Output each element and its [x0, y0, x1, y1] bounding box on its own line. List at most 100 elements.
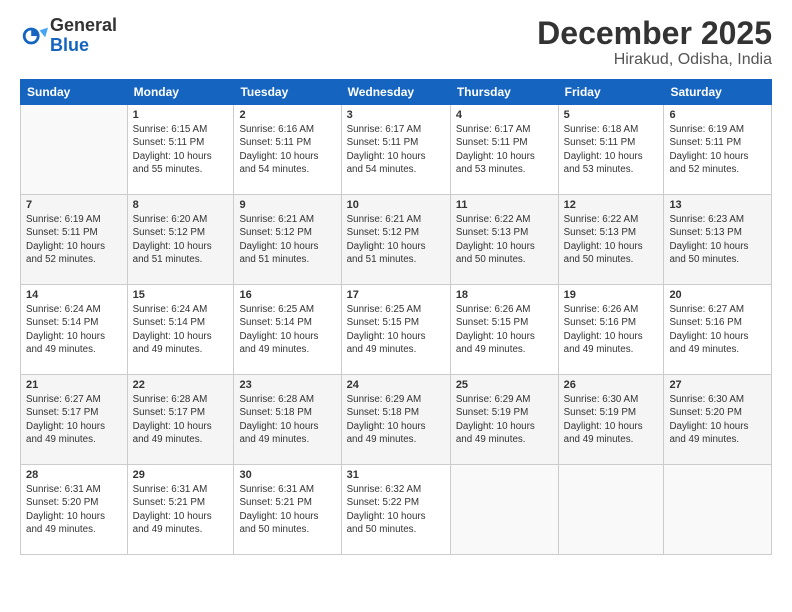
calendar-body: 1 Sunrise: 6:15 AM Sunset: 5:11 PM Daylig…	[21, 105, 772, 555]
calendar-header: SundayMondayTuesdayWednesdayThursdayFrid…	[21, 80, 772, 105]
col-header-tuesday: Tuesday	[234, 80, 341, 105]
day-number: 28	[26, 469, 122, 481]
day-info: Sunrise: 6:15 AM Sunset: 5:11 PM Dayligh…	[133, 123, 229, 176]
day-info: Sunrise: 6:26 AM Sunset: 5:16 PM Dayligh…	[564, 303, 659, 356]
day-info: Sunrise: 6:28 AM Sunset: 5:17 PM Dayligh…	[133, 393, 229, 446]
day-cell: 16 Sunrise: 6:25 AM Sunset: 5:14 PM Dayli…	[234, 285, 341, 375]
day-cell: 11Sunrise: 6:22 AM Sunset: 5:13 PM Dayli…	[450, 195, 558, 285]
day-number: 25	[456, 379, 553, 391]
col-header-wednesday: Wednesday	[341, 80, 450, 105]
header-row: SundayMondayTuesdayWednesdayThursdayFrid…	[21, 80, 772, 105]
day-number: 12	[564, 199, 659, 211]
header: General Blue December 2025 Hirakud, Odis…	[20, 16, 772, 69]
day-number: 3	[347, 109, 445, 121]
day-cell: 1 Sunrise: 6:15 AM Sunset: 5:11 PM Daylig…	[127, 105, 234, 195]
day-number: 16	[239, 289, 335, 301]
day-cell: 15 Sunrise: 6:24 AM Sunset: 5:14 PM Dayli…	[127, 285, 234, 375]
day-info: Sunrise: 6:21 AM Sunset: 5:12 PM Dayligh…	[347, 213, 445, 266]
day-info: Sunrise: 6:24 AM Sunset: 5:14 PM Dayligh…	[133, 303, 229, 356]
week-row-1: 1 Sunrise: 6:15 AM Sunset: 5:11 PM Daylig…	[21, 105, 772, 195]
day-number: 17	[347, 289, 445, 301]
day-cell: 10 Sunrise: 6:21 AM Sunset: 5:12 PM Dayli…	[341, 195, 450, 285]
col-header-thursday: Thursday	[450, 80, 558, 105]
day-info: Sunrise: 6:16 AM Sunset: 5:11 PM Dayligh…	[239, 123, 335, 176]
day-cell: 8 Sunrise: 6:20 AM Sunset: 5:12 PM Daylig…	[127, 195, 234, 285]
day-number: 10	[347, 199, 445, 211]
day-info: Sunrise: 6:19 AM Sunset: 5:11 PM Dayligh…	[669, 123, 766, 176]
day-cell: 24Sunrise: 6:29 AM Sunset: 5:18 PM Dayli…	[341, 375, 450, 465]
week-row-5: 28Sunrise: 6:31 AM Sunset: 5:20 PM Dayli…	[21, 465, 772, 555]
day-cell: 12 Sunrise: 6:22 AM Sunset: 5:13 PM Dayli…	[558, 195, 664, 285]
day-number: 6	[669, 109, 766, 121]
day-info: Sunrise: 6:25 AM Sunset: 5:15 PM Dayligh…	[347, 303, 445, 356]
day-info: Sunrise: 6:20 AM Sunset: 5:12 PM Dayligh…	[133, 213, 229, 266]
day-cell: 29Sunrise: 6:31 AM Sunset: 5:21 PM Dayli…	[127, 465, 234, 555]
day-number: 8	[133, 199, 229, 211]
day-cell: 28Sunrise: 6:31 AM Sunset: 5:20 PM Dayli…	[21, 465, 128, 555]
day-cell: 6 Sunrise: 6:19 AM Sunset: 5:11 PM Daylig…	[664, 105, 772, 195]
day-info: Sunrise: 6:24 AM Sunset: 5:14 PM Dayligh…	[26, 303, 122, 356]
day-number: 21	[26, 379, 122, 391]
logo-general: General	[50, 15, 117, 35]
logo-text: General Blue	[50, 16, 117, 56]
day-cell: 31Sunrise: 6:32 AM Sunset: 5:22 PM Dayli…	[341, 465, 450, 555]
day-number: 31	[347, 469, 445, 481]
day-info: Sunrise: 6:30 AM Sunset: 5:20 PM Dayligh…	[669, 393, 766, 446]
day-cell: 17 Sunrise: 6:25 AM Sunset: 5:15 PM Dayli…	[341, 285, 450, 375]
day-info: Sunrise: 6:17 AM Sunset: 5:11 PM Dayligh…	[456, 123, 553, 176]
day-info: Sunrise: 6:25 AM Sunset: 5:14 PM Dayligh…	[239, 303, 335, 356]
month-title: December 2025	[537, 16, 772, 51]
page: General Blue December 2025 Hirakud, Odis…	[0, 0, 792, 612]
day-cell: 22 Sunrise: 6:28 AM Sunset: 5:17 PM Dayli…	[127, 375, 234, 465]
day-number: 27	[669, 379, 766, 391]
day-number: 15	[133, 289, 229, 301]
logo-icon	[20, 22, 48, 50]
day-cell: 4 Sunrise: 6:17 AM Sunset: 5:11 PM Daylig…	[450, 105, 558, 195]
day-info: Sunrise: 6:17 AM Sunset: 5:11 PM Dayligh…	[347, 123, 445, 176]
day-info: Sunrise: 6:28 AM Sunset: 5:18 PM Dayligh…	[239, 393, 335, 446]
day-info: Sunrise: 6:27 AM Sunset: 5:16 PM Dayligh…	[669, 303, 766, 356]
day-info: Sunrise: 6:27 AM Sunset: 5:17 PM Dayligh…	[26, 393, 122, 446]
day-number: 9	[239, 199, 335, 211]
day-number: 22	[133, 379, 229, 391]
day-info: Sunrise: 6:29 AM Sunset: 5:18 PM Dayligh…	[347, 393, 445, 446]
day-info: Sunrise: 6:31 AM Sunset: 5:21 PM Dayligh…	[239, 483, 335, 536]
day-info: Sunrise: 6:22 AM Sunset: 5:13 PM Dayligh…	[564, 213, 659, 266]
location: Hirakud, Odisha, India	[537, 51, 772, 69]
day-cell: 21 Sunrise: 6:27 AM Sunset: 5:17 PM Dayli…	[21, 375, 128, 465]
day-cell	[450, 465, 558, 555]
day-number: 11	[456, 199, 553, 211]
week-row-3: 14 Sunrise: 6:24 AM Sunset: 5:14 PM Dayli…	[21, 285, 772, 375]
day-number: 4	[456, 109, 553, 121]
logo: General Blue	[20, 16, 117, 56]
day-cell: 9Sunrise: 6:21 AM Sunset: 5:12 PM Daylig…	[234, 195, 341, 285]
day-info: Sunrise: 6:29 AM Sunset: 5:19 PM Dayligh…	[456, 393, 553, 446]
logo-blue: Blue	[50, 35, 89, 55]
week-row-4: 21 Sunrise: 6:27 AM Sunset: 5:17 PM Dayli…	[21, 375, 772, 465]
day-number: 26	[564, 379, 659, 391]
day-number: 14	[26, 289, 122, 301]
calendar: SundayMondayTuesdayWednesdayThursdayFrid…	[20, 79, 772, 555]
day-info: Sunrise: 6:26 AM Sunset: 5:15 PM Dayligh…	[456, 303, 553, 356]
day-info: Sunrise: 6:19 AM Sunset: 5:11 PM Dayligh…	[26, 213, 122, 266]
col-header-friday: Friday	[558, 80, 664, 105]
day-number: 18	[456, 289, 553, 301]
day-cell: 20Sunrise: 6:27 AM Sunset: 5:16 PM Dayli…	[664, 285, 772, 375]
week-row-2: 7Sunrise: 6:19 AM Sunset: 5:11 PM Daylig…	[21, 195, 772, 285]
day-cell	[21, 105, 128, 195]
day-cell: 3 Sunrise: 6:17 AM Sunset: 5:11 PM Daylig…	[341, 105, 450, 195]
day-cell	[664, 465, 772, 555]
col-header-monday: Monday	[127, 80, 234, 105]
day-cell: 13Sunrise: 6:23 AM Sunset: 5:13 PM Dayli…	[664, 195, 772, 285]
day-number: 1	[133, 109, 229, 121]
day-number: 29	[133, 469, 229, 481]
day-number: 30	[239, 469, 335, 481]
day-info: Sunrise: 6:18 AM Sunset: 5:11 PM Dayligh…	[564, 123, 659, 176]
col-header-saturday: Saturday	[664, 80, 772, 105]
day-cell: 23Sunrise: 6:28 AM Sunset: 5:18 PM Dayli…	[234, 375, 341, 465]
day-info: Sunrise: 6:23 AM Sunset: 5:13 PM Dayligh…	[669, 213, 766, 266]
col-header-sunday: Sunday	[21, 80, 128, 105]
day-cell: 2Sunrise: 6:16 AM Sunset: 5:11 PM Daylig…	[234, 105, 341, 195]
day-cell: 19Sunrise: 6:26 AM Sunset: 5:16 PM Dayli…	[558, 285, 664, 375]
day-cell: 25 Sunrise: 6:29 AM Sunset: 5:19 PM Dayli…	[450, 375, 558, 465]
